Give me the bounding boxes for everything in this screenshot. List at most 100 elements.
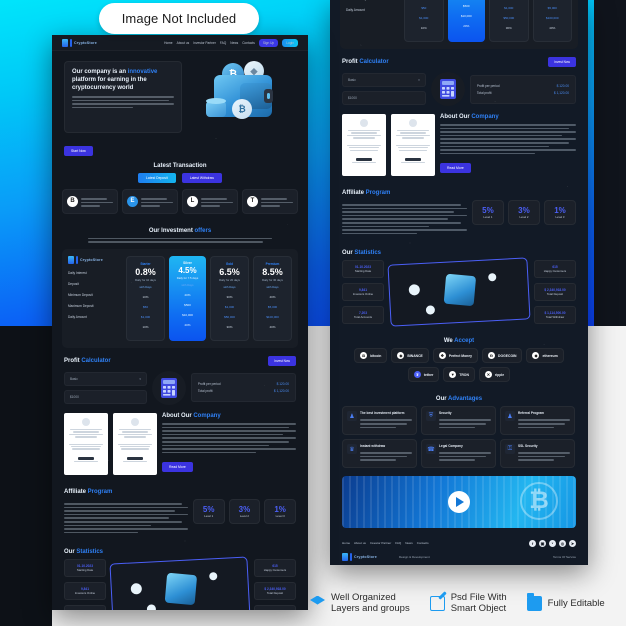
- payment-method[interactable]: Ƀbitcoin: [354, 348, 388, 364]
- logo-mark-icon: [350, 552, 352, 561]
- plan-card-featured[interactable]: Silver 4.5% Daily for 7.5 days with Days…: [447, 0, 485, 42]
- plan-select[interactable]: Basic ▾: [342, 73, 426, 87]
- transaction-card[interactable]: L: [182, 189, 238, 214]
- payment-method[interactable]: ₮ tether: [407, 367, 440, 383]
- site-logo[interactable]: CryptoStore: [62, 38, 97, 47]
- affiliate-level-card[interactable]: 5% Level 1: [471, 200, 504, 225]
- footer-logo[interactable]: CryptoStore: [342, 552, 377, 561]
- wallet-illustration: ₿ ◆ ₿: [188, 61, 296, 133]
- certificate-card[interactable]: [113, 412, 157, 475]
- footer-terms[interactable]: Terms Of Service: [553, 555, 576, 559]
- title-text: Latest Transaction: [153, 163, 207, 169]
- statistics-illustration: [387, 257, 531, 327]
- plan-card[interactable]: Gold 6.5% Daily for 20 days with Days 30…: [489, 0, 529, 42]
- affiliate-level-card[interactable]: 5% Level 1: [192, 498, 225, 524]
- twitter-icon[interactable]: ᵛ: [549, 539, 556, 547]
- footer-link[interactable]: News: [405, 541, 413, 545]
- title-prefix: About Our: [440, 114, 472, 120]
- footer-links: Home About us Investor Partner FAQ News …: [342, 539, 576, 547]
- promo-video[interactable]: ₿: [342, 475, 576, 528]
- certificate-card[interactable]: [64, 412, 108, 475]
- advantage-title: Security: [438, 411, 452, 416]
- nav-item-about[interactable]: About us: [177, 41, 190, 45]
- advantage-card[interactable]: ♛ Instant withdraw: [342, 439, 417, 468]
- amount-input[interactable]: $1000: [342, 91, 426, 105]
- read-more-button[interactable]: Read More: [440, 163, 471, 174]
- coin-stack-icon: [206, 98, 226, 117]
- nav-item-news[interactable]: News: [230, 41, 238, 45]
- plan-percent: 0.8%: [135, 266, 156, 277]
- plan-card[interactable]: Gold 6.5% Daily for 20 days with Days 30…: [210, 255, 249, 341]
- advantage-card[interactable]: ☎ Legal Company: [420, 439, 496, 468]
- certificate-card[interactable]: [342, 114, 386, 176]
- advantage-card[interactable]: ⚿ SSL Security: [499, 439, 575, 468]
- start-now-button[interactable]: Start Now: [64, 146, 93, 156]
- signup-button[interactable]: Sign Up: [258, 38, 279, 47]
- plan-value: $50: [142, 304, 148, 309]
- payment-method[interactable]: ◈ BINANCE: [391, 348, 429, 364]
- telegram-icon[interactable]: ➤: [569, 539, 576, 547]
- hero-section: Our company is an innovative platform fo…: [52, 51, 308, 139]
- affiliate-levels: 5% Level 1 3% Level 2 1% Level 3: [471, 200, 576, 225]
- plan-chip: with Days: [266, 284, 279, 289]
- play-button[interactable]: [448, 490, 470, 513]
- calculator-inputs: Basic ▾ $1000: [64, 371, 147, 404]
- plan-select[interactable]: Basic ▾: [64, 371, 147, 386]
- footer-link[interactable]: Home: [342, 541, 350, 545]
- plan-value: 20%: [463, 24, 470, 28]
- footer-link[interactable]: Investor Partner: [370, 541, 391, 545]
- plan-card[interactable]: Premium 8.5% Daily for 30 days with Days…: [253, 255, 292, 341]
- nav-item-home[interactable]: Home: [164, 41, 173, 45]
- plan-label: Daily Interest: [68, 270, 87, 275]
- plan-chip: with Days: [181, 282, 194, 287]
- nav-item-contacts[interactable]: Contacts: [242, 41, 255, 45]
- transaction-card[interactable]: T: [242, 189, 298, 214]
- amount-input[interactable]: $1000: [64, 389, 147, 404]
- affiliate-level-card[interactable]: 3% Level 2: [228, 498, 261, 524]
- chevron-down-icon: ▾: [139, 376, 141, 381]
- invest-now-button[interactable]: Invest Now: [548, 57, 576, 67]
- tab-latest-withdraw[interactable]: Latest Withdraw: [181, 173, 222, 183]
- plan-value: $100,000: [545, 16, 559, 20]
- plan-card[interactable]: Premium 8.5% Daily for 30 days with Days…: [532, 0, 572, 42]
- affiliate-level-card[interactable]: 3% Level 2: [507, 200, 540, 225]
- transaction-card[interactable]: E: [122, 189, 178, 214]
- advantage-card[interactable]: ♟ Referral Program: [499, 406, 575, 436]
- affiliate-level-card[interactable]: 1% Level 3: [543, 200, 576, 225]
- investment-offers-table-tail: Daily Interest Deposit Minimum Deposit M…: [340, 0, 578, 49]
- dark-strip-right: [594, 0, 626, 326]
- payment-method[interactable]: ◆ ethereum: [526, 348, 564, 364]
- certificate-card[interactable]: [391, 114, 435, 176]
- ripple-icon: ✕: [484, 371, 492, 379]
- tab-latest-deposit[interactable]: Latest Deposit: [138, 173, 176, 183]
- read-more-button[interactable]: Read More: [162, 462, 193, 473]
- nav-item-investor-partner[interactable]: Investor Partner: [193, 41, 216, 45]
- plan-card[interactable]: Starter 0.8% Daily for 10 days with Days…: [126, 255, 165, 341]
- payment-method[interactable]: ❖ Perfect Money: [432, 348, 479, 364]
- payment-method[interactable]: ▼ TRON: [443, 367, 475, 383]
- stat-label: Investors Online: [74, 591, 96, 596]
- affiliate-level-card[interactable]: 1% Level 3: [264, 498, 297, 524]
- advantages-grid: ♟ The best investment platform ⛨ Securit…: [330, 406, 588, 476]
- whatsapp-icon[interactable]: ◎: [559, 539, 566, 547]
- plan-value: $5,000: [267, 304, 278, 309]
- payment-method[interactable]: Ð DOGECOIN: [482, 348, 523, 364]
- invest-now-button[interactable]: Invest Now: [268, 355, 296, 366]
- advantage-card[interactable]: ♟ The best investment platform: [342, 406, 417, 436]
- website-mockup-panel-right[interactable]: Daily Interest Deposit Minimum Deposit M…: [330, 0, 588, 565]
- nav-item-faq[interactable]: FAQ: [220, 41, 226, 45]
- payment-method[interactable]: ✕ ripple: [478, 367, 511, 383]
- transaction-card[interactable]: B: [62, 189, 118, 214]
- plan-card[interactable]: Starter 0.8% Daily for 10 days with Days…: [404, 0, 444, 42]
- facebook-icon[interactable]: f: [529, 539, 536, 547]
- footer-link[interactable]: Contacts: [417, 541, 429, 545]
- advantage-card[interactable]: ⛨ Security: [420, 406, 496, 436]
- plan-card-featured[interactable]: Silver 4.5% Daily for 7.5 days with Days…: [169, 255, 206, 341]
- footer-link[interactable]: About us: [354, 541, 366, 545]
- level-percent: 5%: [482, 206, 494, 215]
- login-button[interactable]: Login: [282, 38, 298, 47]
- tron-icon: ▼: [449, 371, 457, 379]
- footer-link[interactable]: FAQ: [395, 541, 401, 545]
- instagram-icon[interactable]: ▣: [539, 539, 546, 547]
- website-mockup-panel-left[interactable]: CryptoStore Home About us Investor Partn…: [52, 35, 308, 610]
